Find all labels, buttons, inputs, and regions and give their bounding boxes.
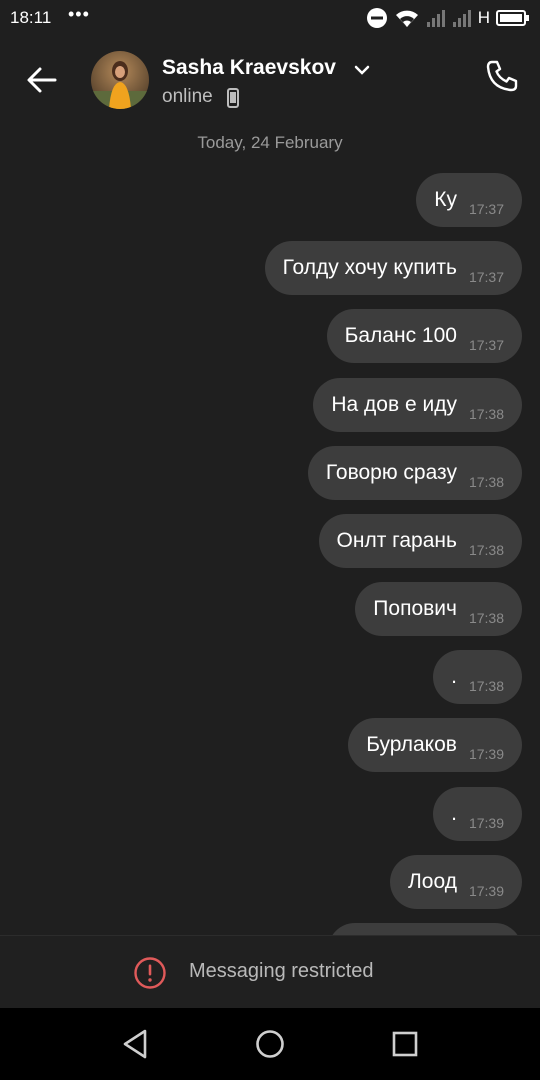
nav-recents-icon[interactable] xyxy=(387,1026,423,1062)
message-bubble[interactable]: Бурлаков 17:39 xyxy=(348,718,522,772)
message-bubble[interactable]: На дов е иду 17:38 xyxy=(313,378,522,432)
message-bubble[interactable]: Лоод 17:39 xyxy=(390,855,522,909)
message-time: 17:39 xyxy=(468,883,504,899)
message-time: 17:38 xyxy=(468,474,504,490)
message-text: Бурлаков xyxy=(366,733,457,756)
message-time: 17:39 xyxy=(468,815,504,831)
avatar[interactable] xyxy=(91,51,149,109)
mobile-device-icon xyxy=(227,88,239,108)
back-arrow-icon[interactable] xyxy=(22,60,62,100)
message-bubble[interactable]: . 17:39 xyxy=(433,787,522,841)
message-time: 17:38 xyxy=(468,678,504,694)
message-text: Баланс 100 xyxy=(344,324,457,347)
network-type: H xyxy=(477,8,490,27)
message-text: Лоод xyxy=(408,870,457,893)
message-time: 17:37 xyxy=(468,337,504,353)
message-text: Говорю сразу xyxy=(325,461,457,484)
message-time: 17:38 xyxy=(468,406,504,422)
signal-icon-1 xyxy=(426,10,445,27)
restricted-label: Messaging restricted xyxy=(189,960,374,982)
message-bubble[interactable]: Ку 17:37 xyxy=(416,173,522,227)
phone-icon[interactable] xyxy=(484,58,520,94)
contact-status: online xyxy=(162,86,213,107)
notification-dots: ••• xyxy=(68,4,90,24)
message-text: Попович xyxy=(373,597,457,620)
battery-icon xyxy=(496,10,529,26)
message-time: 17:38 xyxy=(468,610,504,626)
message-time: 17:38 xyxy=(468,542,504,558)
message-bubble[interactable]: Попович 17:38 xyxy=(355,582,522,636)
status-bar: 18:11 ••• H xyxy=(0,0,540,36)
nav-home-icon[interactable] xyxy=(252,1026,288,1062)
message-list[interactable]: Today, 24 February Ку 17:37 Голду хочу к… xyxy=(0,120,540,935)
system-nav-bar xyxy=(0,1008,540,1080)
status-time: 18:11 xyxy=(10,8,52,27)
messaging-restricted-bar: Messaging restricted xyxy=(0,935,540,1009)
message-text: Ку xyxy=(434,188,457,211)
signal-icon-2 xyxy=(452,10,471,27)
message-bubble-partial[interactable] xyxy=(328,923,522,935)
message-bubble[interactable]: . 17:38 xyxy=(433,650,522,704)
message-text: . xyxy=(451,665,457,688)
wifi-icon xyxy=(395,10,418,27)
do-not-disturb-icon xyxy=(366,8,387,28)
message-text: На дов е иду xyxy=(331,393,457,416)
message-text: Голду хочу купить xyxy=(282,256,457,279)
message-bubble[interactable]: Говорю сразу 17:38 xyxy=(307,446,522,500)
warning-icon xyxy=(134,957,166,989)
message-time: 17:37 xyxy=(468,201,504,217)
message-time: 17:37 xyxy=(468,269,504,285)
message-text: Онлт гарань xyxy=(336,529,457,552)
message-bubble[interactable]: Голду хочу купить 17:37 xyxy=(264,241,522,295)
contact-name[interactable]: Sasha Kraevskov xyxy=(162,56,336,80)
chevron-down-icon[interactable] xyxy=(352,60,372,80)
message-time: 17:39 xyxy=(468,746,504,762)
message-bubble[interactable]: Онлт гарань 17:38 xyxy=(318,514,522,568)
chat-header: Sasha Kraevskov online xyxy=(0,36,540,120)
status-icons: H xyxy=(366,6,530,30)
date-separator: Today, 24 February xyxy=(197,133,343,152)
message-text: . xyxy=(451,802,457,825)
nav-back-icon[interactable] xyxy=(117,1026,153,1062)
message-bubble[interactable]: Баланс 100 17:37 xyxy=(326,309,522,363)
